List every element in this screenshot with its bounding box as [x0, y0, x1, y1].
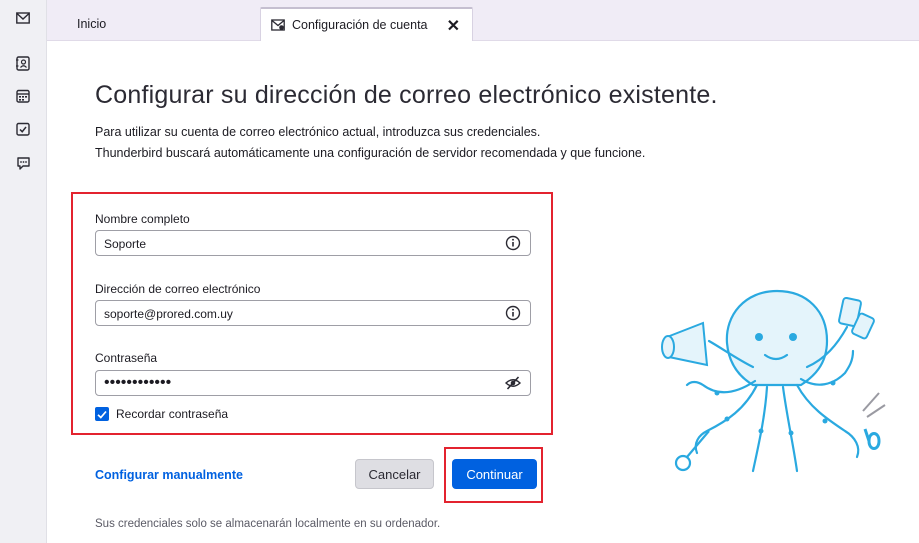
cancel-button[interactable]: Cancelar: [355, 459, 434, 489]
address-book-icon[interactable]: [12, 52, 34, 74]
mail-icon[interactable]: [12, 7, 34, 29]
info-icon[interactable]: [504, 234, 522, 252]
tab-home[interactable]: Inicio: [77, 8, 106, 40]
tab-account-setup[interactable]: Configuración de cuenta ✕: [260, 7, 473, 41]
page-description-1: Para utilizar su cuenta de correo electr…: [95, 125, 541, 139]
remember-password-checkbox[interactable]: [95, 407, 109, 421]
full-name-label: Nombre completo: [95, 212, 190, 226]
email-value: soporte@prored.com.uy: [104, 307, 233, 321]
remember-password-label: Recordar contraseña: [116, 407, 229, 421]
close-tab-icon[interactable]: ✕: [447, 16, 460, 36]
password-value: ••••••••••••: [104, 374, 172, 391]
tasks-icon[interactable]: [12, 118, 34, 140]
email-label: Dirección de correo electrónico: [95, 282, 261, 296]
calendar-icon[interactable]: [12, 85, 34, 107]
full-name-input[interactable]: Soporte: [95, 230, 531, 256]
credentials-storage-note: Sus credenciales solo se almacenarán loc…: [95, 518, 441, 530]
account-setup-page: Configurar su dirección de correo electr…: [47, 41, 919, 543]
password-label: Contraseña: [95, 351, 158, 365]
thunderbird-octopus-illustration: [661, 289, 886, 473]
email-input[interactable]: soporte@prored.com.uy: [95, 300, 531, 326]
continue-button[interactable]: Continuar: [452, 459, 537, 489]
configure-manually-link[interactable]: Configurar manualmente: [95, 468, 243, 482]
info-icon[interactable]: [504, 304, 522, 322]
chat-icon[interactable]: [12, 152, 34, 174]
page-description-2: Thunderbird buscará automáticamente una …: [95, 146, 646, 160]
tab-account-setup-label: Configuración de cuenta: [292, 18, 428, 32]
password-input[interactable]: ••••••••••••: [95, 370, 531, 396]
spaces-sidebar: [0, 0, 47, 543]
page-title: Configurar su dirección de correo electr…: [95, 81, 718, 109]
remember-password-row[interactable]: Recordar contraseña: [95, 407, 228, 421]
hide-password-eye-icon[interactable]: [504, 374, 522, 392]
account-setup-tab-icon: [271, 19, 285, 31]
full-name-value: Soporte: [104, 237, 147, 251]
tab-home-label: Inicio: [77, 17, 107, 31]
tab-bar: Inicio Configuración de cuenta ✕: [47, 0, 919, 41]
